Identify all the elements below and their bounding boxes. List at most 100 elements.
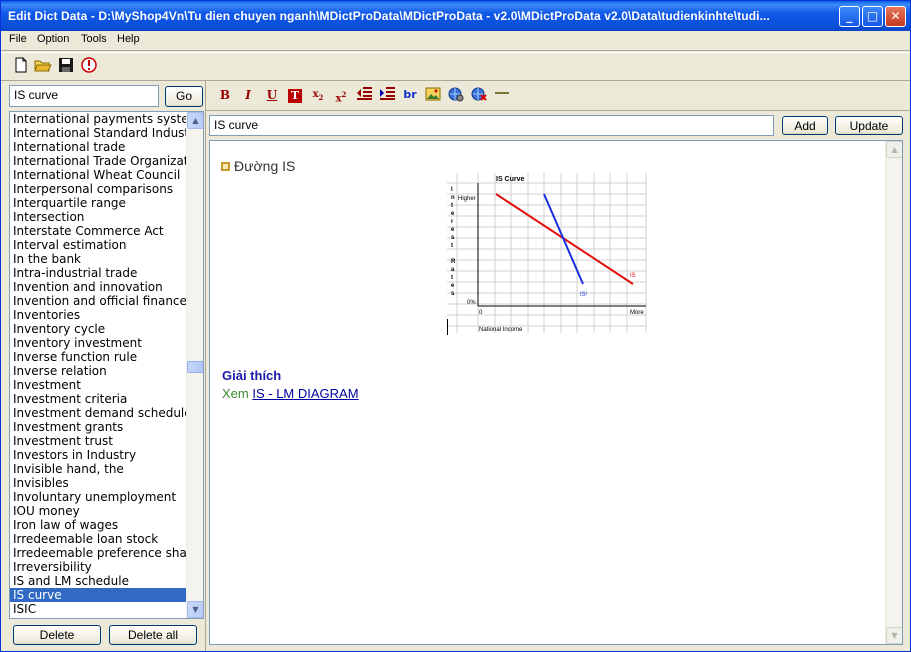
list-item[interactable]: Irreversibility [10,560,186,574]
word-listbox[interactable]: International payments system Internation… [9,111,204,619]
outdent-icon[interactable] [355,86,373,104]
list-item[interactable]: Involuntary unemployment [10,490,186,504]
list-item[interactable]: Investment criteria [10,392,186,406]
insert-image-icon[interactable] [424,86,442,104]
list-item[interactable]: Investment trust [10,434,186,448]
list-item[interactable]: IOU money [10,504,186,518]
format-toolbar-divider [206,110,910,111]
list-item[interactable]: Invention and official finance [10,294,186,308]
remove-link-icon[interactable] [470,86,488,104]
x-axis-label: National Income [479,327,523,333]
editor-scroll-down-button[interactable]: ▼ [886,627,902,644]
edit-dict-data-window: Edit Dict Data - D:\MyShop4Vn\Tu dien ch… [0,0,911,652]
graph-title: IS Curve [496,176,525,183]
new-file-icon[interactable] [12,57,30,75]
menu-help[interactable]: Help [117,33,140,45]
add-button[interactable]: Add [782,116,828,135]
definition-editor[interactable]: Đường IS IS Curve Higher 0% 0 More Natio… [209,140,903,645]
word-input[interactable]: IS curve [209,115,774,136]
delete-all-button[interactable]: Delete all [109,625,197,645]
close-button[interactable]: ✕ [885,6,906,27]
y-axis-letter: e [451,227,455,233]
text-color-button[interactable]: T [286,86,304,104]
delete-button[interactable]: Delete [13,625,101,645]
scroll-up-button[interactable]: ▲ [187,112,203,129]
subscript-button[interactable]: x2 [309,86,327,104]
superscript-index: 2 [341,90,347,99]
insert-link-icon[interactable] [447,86,465,104]
list-item[interactable]: Intra-industrial trade [10,266,186,280]
minimize-button[interactable]: _ [839,6,860,27]
list-item[interactable]: Invisible hand, the [10,462,186,476]
y-high-label: Higher [458,196,476,202]
menu-file[interactable]: File [9,33,27,45]
list-item[interactable]: Interpersonal comparisons [10,182,186,196]
title-bar[interactable]: Edit Dict Data - D:\MyShop4Vn\Tu dien ch… [1,1,910,31]
y-axis-label: InterestRates [451,187,456,297]
maximize-icon: □ [866,9,879,23]
see-label: Xem [222,386,249,401]
menu-option[interactable]: Option [37,33,69,45]
see-link[interactable]: IS - LM DIAGRAM [252,386,358,401]
toolbar-divider [1,80,910,81]
search-input[interactable]: IS curve [9,85,159,107]
list-item[interactable]: International payments system [10,112,186,126]
menu-tools[interactable]: Tools [81,33,107,45]
line-break-button[interactable]: br [401,86,419,104]
italic-button[interactable]: I [239,86,257,104]
y-axis-letter: a [451,267,455,273]
info-icon[interactable] [80,56,98,74]
list-item[interactable]: Inverse relation [10,364,186,378]
list-item[interactable]: Investment demand schedule [10,406,186,420]
list-item[interactable]: Inventory cycle [10,322,186,336]
list-item[interactable]: Irredeemable loan stock [10,532,186,546]
list-item[interactable]: Invention and innovation [10,280,186,294]
superscript-button[interactable]: x2 [332,86,350,104]
list-item[interactable]: Invisibles [10,476,186,490]
see-also-line: Xem IS - LM DIAGRAM [222,386,359,401]
y-axis-letter: e [451,283,455,289]
minimize-icon: _ [846,9,853,23]
list-item[interactable]: International Wheat Council [10,168,186,182]
list-item[interactable]: Investment [10,378,186,392]
editor-scroll-up-button[interactable]: ▲ [886,141,902,158]
horizontal-rule-icon[interactable] [493,86,511,104]
editor-scrollbar[interactable]: ▲ ▼ [885,141,902,644]
bold-button[interactable]: B [216,86,234,104]
indent-icon[interactable] [378,86,396,104]
list-item[interactable]: IS curve [10,588,186,602]
go-button[interactable]: Go [165,86,203,107]
entry-heading: Đường IS [221,158,295,174]
list-item[interactable]: International Trade Organization [10,154,186,168]
list-item[interactable]: Iron law of wages [10,518,186,532]
list-item[interactable]: IS and LM schedule [10,574,186,588]
word-list: International payments system Internation… [10,112,203,616]
list-item[interactable]: Investment grants [10,420,186,434]
list-item[interactable]: Interval estimation [10,238,186,252]
list-item[interactable]: Interstate Commerce Act [10,224,186,238]
scroll-down-button[interactable]: ▼ [187,601,203,618]
panel-splitter[interactable] [205,81,206,651]
list-item[interactable]: International trade [10,140,186,154]
list-item[interactable]: Inverse function rule [10,350,186,364]
list-scrollbar[interactable]: ▲ ▼ [186,112,203,618]
list-item[interactable]: Intersection [10,210,186,224]
open-folder-icon[interactable] [34,57,52,75]
y-axis-letter: n [451,195,455,201]
main-toolbar [1,52,910,80]
y-axis-letter: r [451,219,454,225]
list-item[interactable]: International Standard Industrial Classi… [10,126,186,140]
list-item[interactable]: Investors in Industry [10,448,186,462]
save-icon[interactable] [57,57,75,75]
list-item[interactable]: Interquartile range [10,196,186,210]
list-item[interactable]: Inventories [10,308,186,322]
maximize-button[interactable]: □ [862,6,883,27]
list-item[interactable]: Irredeemable preference shares [10,546,186,560]
list-item[interactable]: In the bank [10,252,186,266]
explain-heading: Giải thích [222,368,282,383]
list-item[interactable]: Inventory investment [10,336,186,350]
underline-button[interactable]: U [263,86,281,104]
update-button[interactable]: Update [835,116,903,135]
list-item[interactable]: ISIC [10,602,186,616]
scroll-thumb[interactable] [187,361,203,373]
